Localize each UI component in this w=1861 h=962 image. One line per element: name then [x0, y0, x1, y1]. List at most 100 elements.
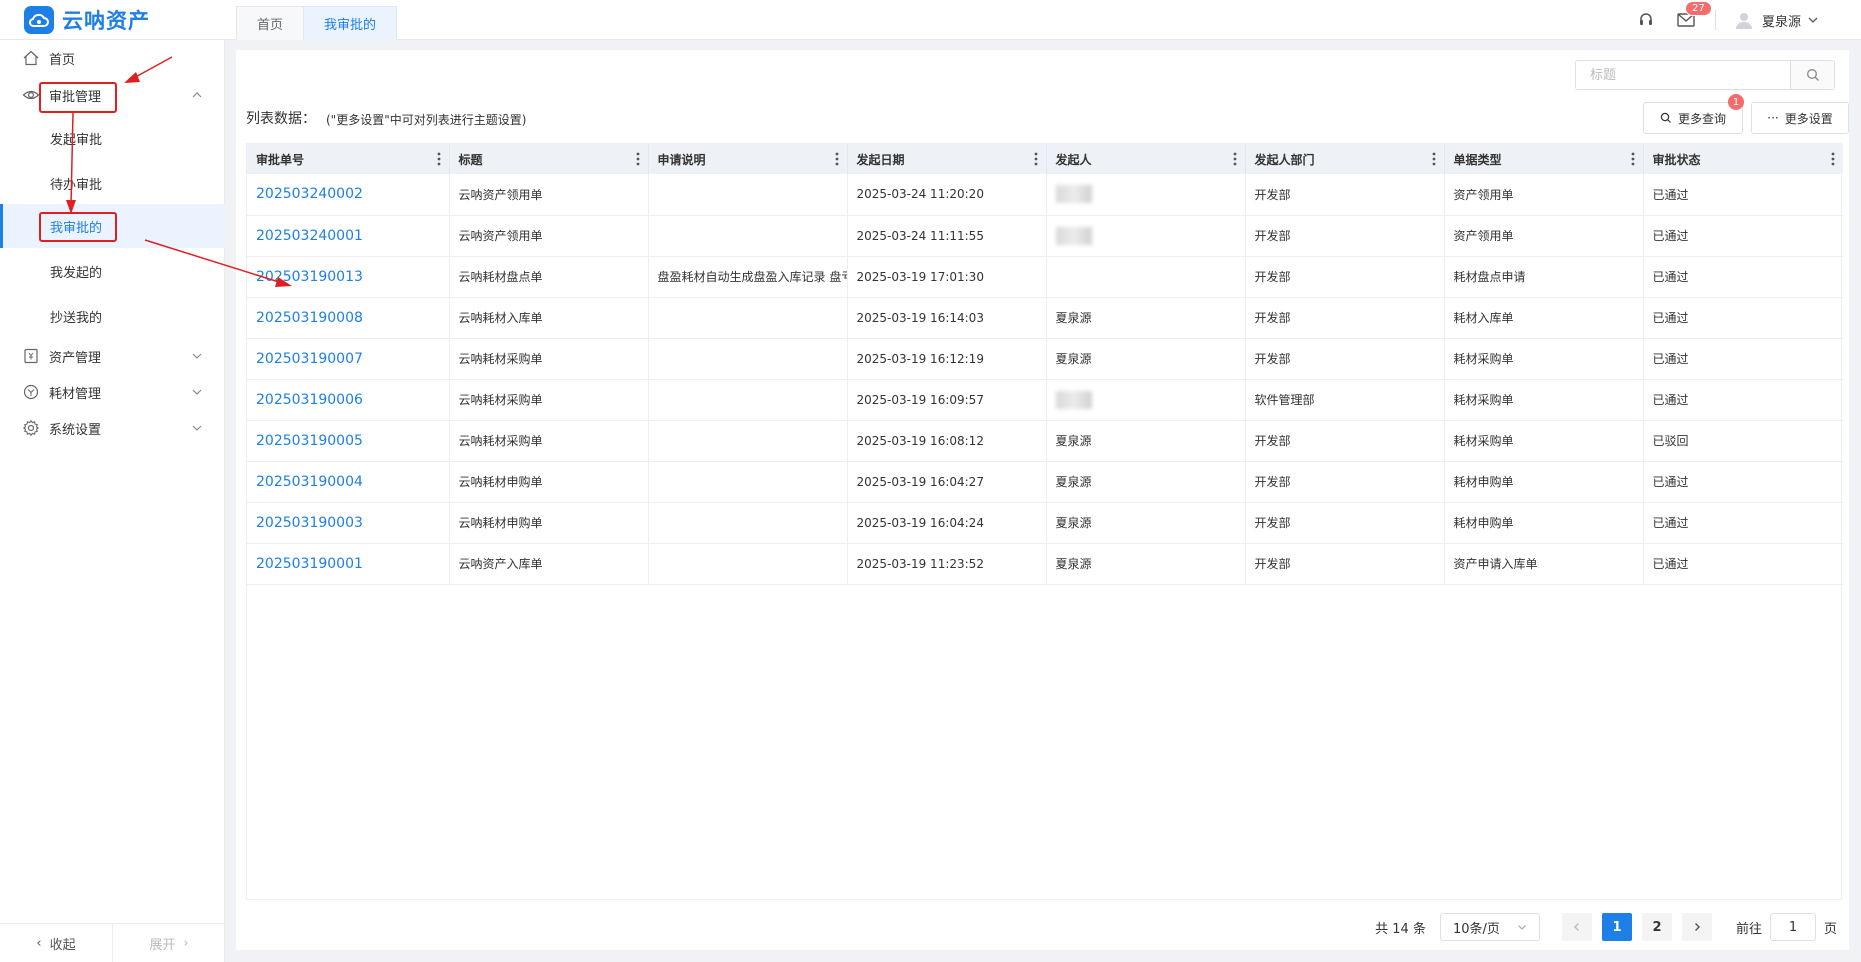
approval-id-link[interactable]: 202503190005: [247, 420, 450, 462]
column-header[interactable]: 申请说明: [648, 144, 848, 174]
approval-id-link[interactable]: 202503240002: [247, 174, 450, 216]
pagination-total: 共 14 条: [1375, 921, 1426, 937]
column-header[interactable]: 审批单号: [247, 144, 450, 174]
chevron-right-icon: ›: [183, 935, 189, 951]
kebab-menu-icon[interactable]: [636, 152, 640, 166]
tab-home[interactable]: 首页: [236, 6, 305, 40]
status-cell: 已通过: [1643, 543, 1843, 585]
initiator-cell: 夏泉源: [1046, 338, 1246, 380]
sidebar-item-settings[interactable]: 系统设置: [0, 411, 225, 445]
column-header[interactable]: 发起人部门: [1245, 144, 1445, 174]
description-cell: [648, 502, 848, 544]
pagination: 共 14 条 10条/页 1 2 前往 页: [1375, 912, 1837, 942]
kebab-menu-icon[interactable]: [1432, 152, 1436, 166]
tab-my-approved[interactable]: 我审批的: [304, 6, 398, 40]
sidebar-footer: ‹ 收起 展开 ›: [0, 923, 225, 962]
status-cell: 已通过: [1643, 502, 1843, 544]
table-body: 202503240002 云呐资产领用单 2025-03-24 11:20:20 开发…: [247, 174, 1843, 585]
approval-id-link[interactable]: 202503190001: [247, 543, 450, 585]
title-cell: 云呐资产领用单: [449, 174, 649, 216]
approval-id-link[interactable]: 202503240001: [247, 215, 450, 257]
initiator-cell: 夏泉源: [1046, 297, 1246, 339]
page-button-1[interactable]: 1: [1601, 913, 1632, 941]
kebab-menu-icon[interactable]: [835, 152, 839, 166]
sidebar-sub-cc-me[interactable]: 抄送我的: [0, 294, 225, 338]
column-header[interactable]: 审批状态: [1643, 144, 1843, 174]
sidebar-sub-start-approval[interactable]: 发起审批: [0, 116, 225, 160]
chevron-down-icon: [192, 425, 202, 431]
more-settings-button[interactable]: ··· 更多设置: [1751, 102, 1849, 134]
sidebar-sub-pending-approval[interactable]: 待办审批: [0, 161, 225, 205]
sidebar-item-assets[interactable]: 资产管理: [0, 339, 225, 373]
table-row[interactable]: 202503190008 云呐耗材入库单 2025-03-19 16:14:03 夏泉…: [247, 297, 1843, 339]
initiator-cell: 夏泉源: [1046, 502, 1246, 544]
table-row[interactable]: 202503240002 云呐资产领用单 2025-03-24 11:20:20 开发…: [247, 174, 1843, 216]
goto-page-input[interactable]: [1769, 913, 1816, 941]
sidebar-item-label: 系统设置: [49, 422, 102, 438]
column-header[interactable]: 发起日期: [847, 144, 1047, 174]
table-row[interactable]: 202503190001 云呐资产入库单 2025-03-19 11:23:52 夏泉…: [247, 543, 1843, 585]
date-cell: 2025-03-24 11:11:55: [847, 215, 1047, 257]
table-row[interactable]: 202503190003 云呐耗材申购单 2025-03-19 16:04:24 夏泉…: [247, 502, 1843, 544]
document-type-cell: 耗材采购单: [1444, 338, 1644, 380]
date-cell: 2025-03-19 16:04:24: [847, 502, 1047, 544]
document-type-cell: 耗材申购单: [1444, 502, 1644, 544]
more-query-badge: 1: [1728, 94, 1744, 110]
redacted-name: [1055, 390, 1092, 409]
search-box: [1575, 60, 1835, 90]
sidebar-item-approval[interactable]: 审批管理: [0, 78, 225, 112]
kebab-menu-icon[interactable]: [1631, 152, 1635, 166]
approval-id-link[interactable]: 202503190003: [247, 502, 450, 544]
page-button-2[interactable]: 2: [1641, 913, 1672, 941]
date-cell: 2025-03-19 16:12:19: [847, 338, 1047, 380]
chevron-left-icon: ‹: [36, 935, 42, 951]
column-header[interactable]: 标题: [449, 144, 649, 174]
document-type-cell: 资产领用单: [1444, 215, 1644, 257]
table-row[interactable]: 202503190007 云呐耗材采购单 2025-03-19 16:12:19 夏泉…: [247, 338, 1843, 380]
page-size-select[interactable]: 10条/页: [1439, 913, 1540, 941]
prev-page-button[interactable]: [1561, 913, 1592, 941]
chevron-down-icon: [1808, 17, 1818, 23]
table-row[interactable]: 202503190013 云呐耗材盘点单 盘盈耗材自动生成盘盈入库记录 盘亏 2025…: [247, 256, 1843, 298]
kebab-menu-icon[interactable]: [1831, 152, 1835, 166]
user-menu[interactable]: 夏泉源: [1734, 10, 1819, 30]
description-cell: [648, 174, 848, 216]
sidebar-sub-my-initiated[interactable]: 我发起的: [0, 249, 225, 293]
approval-id-link[interactable]: 202503190006: [247, 379, 450, 421]
column-header[interactable]: 单据类型: [1444, 144, 1644, 174]
headset-icon[interactable]: [1635, 9, 1657, 31]
app-logo[interactable]: 云呐资产: [24, 6, 150, 34]
search-button[interactable]: [1790, 61, 1834, 89]
sidebar-item-consumables[interactable]: 耗材管理: [0, 375, 225, 409]
department-cell: 开发部: [1245, 297, 1445, 339]
document-type-cell: 耗材盘点申请: [1444, 256, 1644, 298]
mail-icon[interactable]: 27: [1675, 1, 1712, 31]
status-cell: 已通过: [1643, 297, 1843, 339]
column-header[interactable]: 发起人: [1046, 144, 1246, 174]
chevron-down-icon: [192, 353, 202, 359]
column-header-label: 发起人部门: [1254, 152, 1315, 167]
approval-id-link[interactable]: 202503190007: [247, 338, 450, 380]
table-row[interactable]: 202503190005 云呐耗材采购单 2025-03-19 16:08:12 夏泉…: [247, 420, 1843, 462]
kebab-menu-icon[interactable]: [437, 152, 441, 166]
kebab-menu-icon[interactable]: [1233, 152, 1237, 166]
expand-button[interactable]: 展开 ›: [112, 924, 225, 962]
sidebar-item-home[interactable]: 首页: [0, 41, 225, 75]
table-row[interactable]: 202503240001 云呐资产领用单 2025-03-24 11:11:55 开发…: [247, 215, 1843, 257]
collapse-label: 收起: [49, 937, 76, 953]
approval-id-link[interactable]: 202503190013: [247, 256, 450, 298]
next-page-button[interactable]: [1681, 913, 1712, 941]
search-input[interactable]: [1576, 61, 1790, 89]
initiator-cell: 夏泉源: [1046, 420, 1246, 462]
more-query-button[interactable]: 更多查询 1: [1643, 94, 1744, 134]
approval-id-link[interactable]: 202503190004: [247, 461, 450, 503]
approval-id-link[interactable]: 202503190008: [247, 297, 450, 339]
kebab-menu-icon[interactable]: [1034, 152, 1038, 166]
table-row[interactable]: 202503190004 云呐耗材申购单 2025-03-19 16:04:27 夏泉…: [247, 461, 1843, 503]
home-icon: [23, 50, 39, 66]
sidebar-sub-my-approved[interactable]: 我审批的: [0, 204, 225, 248]
department-cell: 软件管理部: [1245, 379, 1445, 421]
table-row[interactable]: 202503190006 云呐耗材采购单 2025-03-19 16:09:57 软件…: [247, 379, 1843, 421]
top-header: 云呐资产 首页 我审批的 27 夏泉源: [0, 0, 1861, 40]
collapse-button[interactable]: ‹ 收起: [0, 924, 112, 962]
